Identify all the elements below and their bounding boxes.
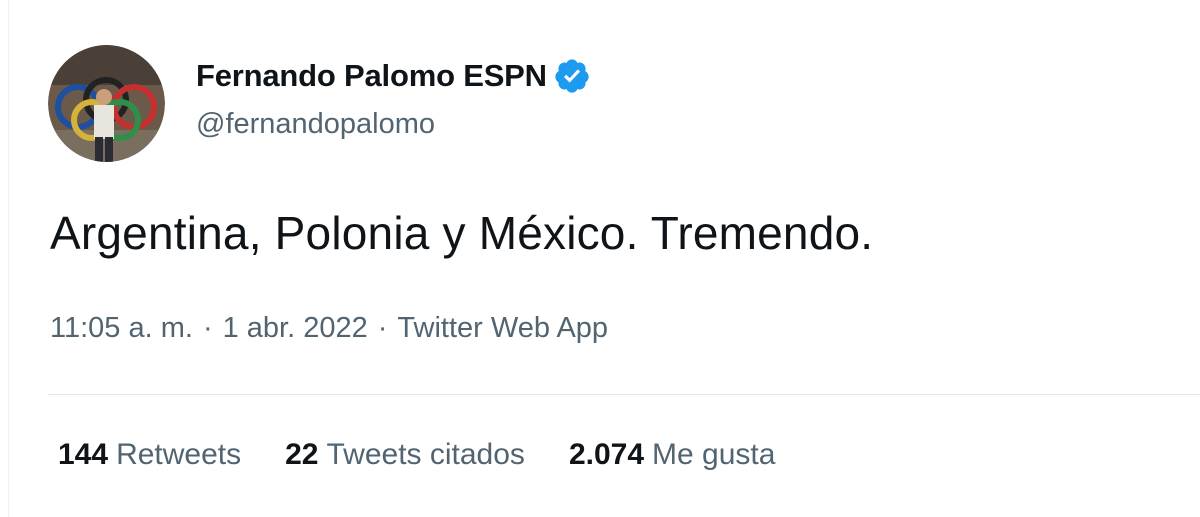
quote-tweets-stat[interactable]: 22 Tweets citados (285, 438, 525, 472)
retweets-count: 144 (58, 438, 109, 471)
avatar[interactable] (48, 45, 165, 162)
likes-label: Me gusta (652, 438, 776, 471)
retweets-stat[interactable]: 144 Retweets (58, 438, 241, 472)
retweets-label: Retweets (116, 438, 242, 471)
author-display-name[interactable]: Fernando Palomo ESPN (196, 58, 547, 94)
author-handle[interactable]: @fernandopalomo (196, 108, 435, 141)
tweet-source[interactable]: Twitter Web App (397, 312, 608, 345)
tweet-text: Argentina, Polonia y México. Tremendo. (50, 207, 874, 259)
tweet-date[interactable]: 1 abr. 2022 (223, 312, 368, 345)
tweet-meta: 11:05 a. m. · 1 abr. 2022 · Twitter Web … (50, 312, 608, 345)
quote-tweets-count: 22 (285, 438, 319, 471)
author-name-row: Fernando Palomo ESPN (196, 56, 591, 96)
likes-count: 2.074 (568, 438, 645, 471)
verified-badge-icon (553, 57, 591, 95)
quote-tweets-label: Tweets citados (326, 438, 525, 471)
avatar-image (48, 45, 165, 162)
likes-stat[interactable]: 2.074 Me gusta (569, 438, 775, 472)
meta-separator: · (377, 312, 388, 344)
tweet-time[interactable]: 11:05 a. m. (50, 312, 193, 345)
tweet-stats: 144 Retweets 22 Tweets citados 2.074 Me gus… (58, 438, 819, 472)
divider (48, 394, 1200, 395)
meta-separator: · (202, 312, 213, 344)
